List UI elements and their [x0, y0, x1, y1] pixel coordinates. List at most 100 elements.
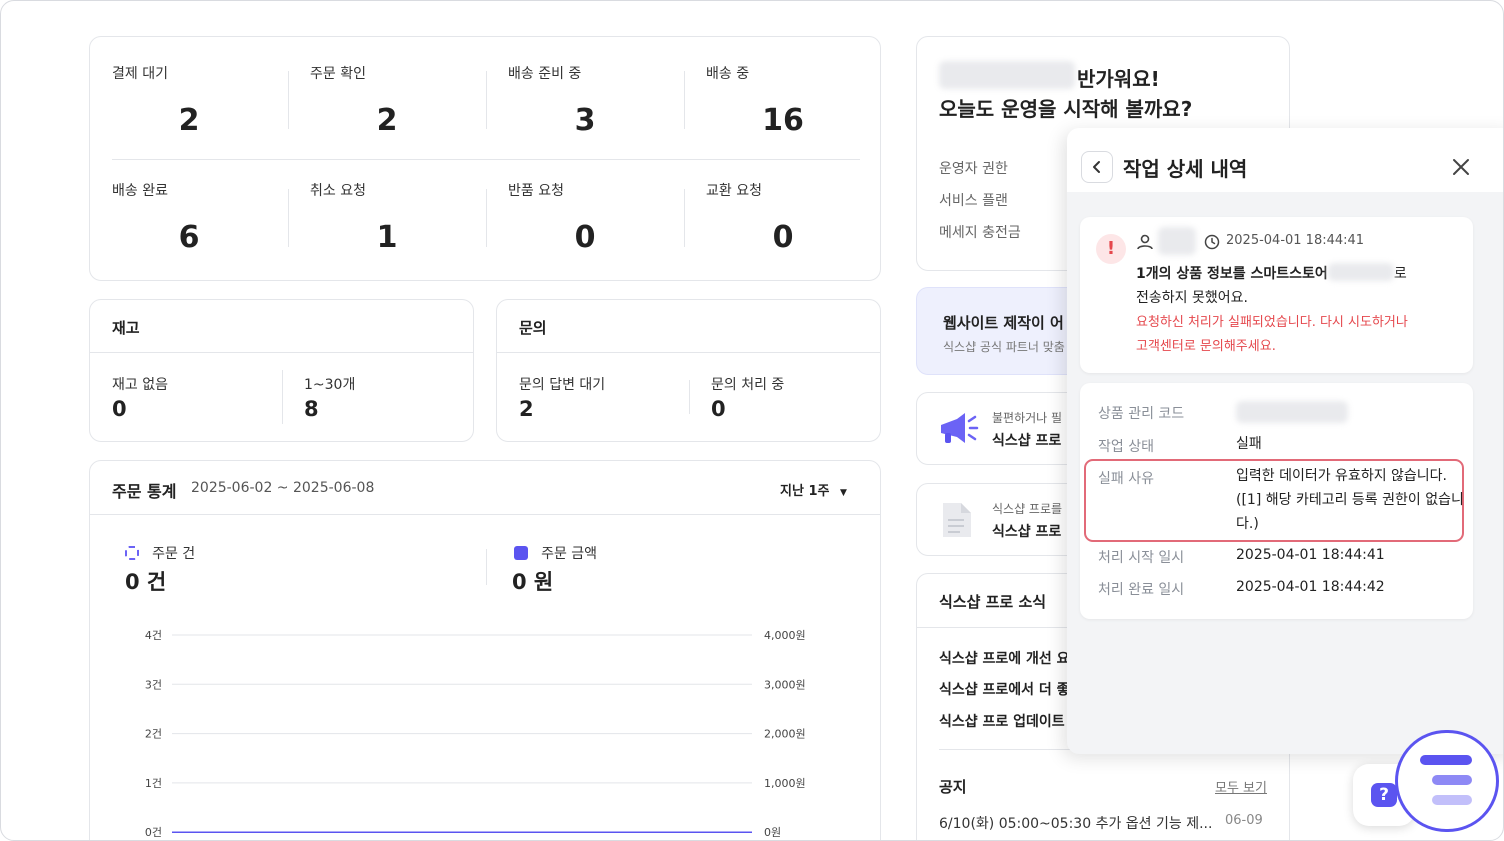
task-timestamp: 2025-04-01 18:44:41	[1226, 233, 1365, 248]
task-details-card: 상품 관리 코드 작업 상태 실패 실패 사유 입력한 데이터가 유효하지 않습…	[1080, 383, 1473, 619]
status-label: 주문 확인	[310, 66, 366, 82]
inquiry-count: 2	[519, 397, 534, 421]
failure-reason-value: 입력한 데이터가 유효하지 않습니다. ([1] 해당 카테고리 등록 권한이 …	[1236, 464, 1464, 536]
dashboard-screen: 결제 대기 2 주문 확인 2 배송 준비 중 3 배송 중 16 배송 완료 …	[0, 0, 1504, 841]
filled-square-icon	[514, 546, 528, 560]
news-item[interactable]: 식스샵 프로에서 더 좋	[939, 679, 1070, 699]
document-icon	[943, 503, 971, 537]
status-label: 배송 중	[706, 66, 750, 82]
failure-reason-label: 실패 사유	[1098, 471, 1154, 487]
welcome-line2: 오늘도 운영을 시작해 볼까요?	[939, 97, 1193, 121]
period-select-value: 지난 1주	[780, 484, 830, 499]
status-count: 2	[376, 103, 398, 138]
legend-label: 주문 건	[152, 546, 196, 562]
status-preparing[interactable]: 배송 준비 중 3	[486, 63, 684, 153]
order-stats-title: 주문 통계	[112, 482, 177, 501]
status-count: 0	[574, 220, 596, 255]
status-label: 반품 요청	[508, 183, 564, 199]
legend-label: 주문 금액	[541, 546, 598, 562]
status-order-confirmed[interactable]: 주문 확인 2	[288, 63, 486, 153]
feedback-subtitle: 불편하거나 필	[992, 411, 1063, 425]
legend-order-amount: 주문 금액	[514, 543, 597, 563]
task-message-tail: 로	[1393, 266, 1407, 282]
inventory-card: 재고 재고 없음 0 1~30개 8	[89, 299, 474, 442]
close-icon	[1453, 159, 1469, 175]
order-chart-svg: 4건 4,000원 3건 3,000원 2건 2,000원 1건 1,000원 0건 0원	[145, 629, 806, 839]
status-label: 결제 대기	[112, 66, 168, 82]
clock-icon	[1204, 234, 1220, 250]
status-payment-pending[interactable]: 결제 대기 2	[90, 63, 288, 153]
store-name-blurred	[939, 61, 1075, 89]
guide-title: 식스샵 프로	[992, 524, 1062, 540]
status-label: 배송 준비 중	[508, 66, 582, 82]
notice-view-all-link[interactable]: 모두 보기	[1215, 777, 1267, 796]
y-tick-right: 0원	[764, 826, 781, 839]
notice-item-date: 06-09	[1225, 813, 1263, 828]
inquiry-label: 문의 답변 대기	[519, 377, 606, 393]
y-tick-right: 1,000원	[764, 777, 806, 790]
legend-order-count: 주문 건	[125, 543, 195, 563]
close-button[interactable]	[1449, 155, 1473, 179]
inventory-label: 재고 없음	[112, 377, 168, 393]
y-tick-right: 3,000원	[764, 678, 806, 691]
order-count-total: 0 건	[125, 570, 167, 594]
news-title: 식스샵 프로 소식	[939, 593, 1047, 611]
error-line2: 고객센터로 문의해주세요.	[1136, 339, 1276, 354]
feedback-title: 식스샵 프로	[992, 433, 1062, 449]
inventory-count: 8	[304, 397, 319, 421]
status-count: 1	[376, 220, 398, 255]
status-shipping[interactable]: 배송 중 16	[684, 63, 882, 153]
task-message: 1개의 상품 정보를 스마트스토어 로 전송하지 못했어요.	[1136, 262, 1456, 310]
task-status-label: 작업 상태	[1098, 439, 1154, 455]
status-count: 3	[574, 103, 596, 138]
status-return-request[interactable]: 반품 요청 0	[486, 180, 684, 270]
welcome-line1: 반가워요!	[1077, 67, 1160, 91]
status-label: 취소 요청	[310, 183, 366, 199]
order-amount-total: 0 원	[512, 570, 554, 594]
panel-header: 작업 상세 내역	[1067, 128, 1503, 192]
operator-permission-label: 운영자 권한	[939, 161, 1008, 177]
news-item[interactable]: 식스샵 프로에 개선 요	[939, 648, 1070, 668]
notice-title: 공지	[939, 778, 967, 796]
status-label: 배송 완료	[112, 183, 168, 199]
y-tick-left: 4건	[145, 629, 162, 642]
status-count: 2	[178, 103, 200, 138]
back-button[interactable]	[1081, 151, 1113, 183]
inventory-count: 0	[112, 397, 127, 421]
y-tick-left: 2건	[145, 728, 162, 741]
inquiry-count: 0	[711, 397, 726, 421]
status-count: 6	[178, 220, 200, 255]
y-tick-left: 0건	[145, 826, 162, 839]
y-tick-right: 4,000원	[764, 629, 806, 642]
user-icon	[1137, 234, 1153, 250]
status-delivered[interactable]: 배송 완료 6	[90, 180, 288, 270]
floating-menu-button[interactable]	[1395, 730, 1499, 832]
error-message: 요청하신 처리가 실패되었습니다. 다시 시도하거나 고객센터로 문의해주세요.	[1136, 311, 1466, 359]
store-name-blurred	[1327, 263, 1394, 281]
task-detail-panel: 작업 상세 내역 ! 2025-04-01 18:44:41 1개의 상품 정보…	[1067, 128, 1503, 754]
notice-item-text: 6/10(화) 05:00~05:30 추가 옵션 기능 제...	[939, 816, 1213, 832]
status-cancel-request[interactable]: 취소 요청 1	[288, 180, 486, 270]
caret-down-icon: ▼	[839, 488, 847, 498]
order-status-card: 결제 대기 2 주문 확인 2 배송 준비 중 3 배송 중 16 배송 완료 …	[89, 36, 881, 281]
status-count: 16	[762, 103, 804, 138]
task-message-main: 1개의 상품 정보를 스마트스토어	[1136, 266, 1328, 282]
y-tick-left: 1건	[145, 777, 162, 790]
service-plan-label: 서비스 플랜	[939, 193, 1008, 209]
product-code-blurred	[1236, 401, 1348, 423]
promo-subtitle: 식스샵 공식 파트너 맞춤	[943, 340, 1065, 354]
order-chart: 4건 4,000원 3건 3,000원 2건 2,000원 1건 1,000원 0건 0원	[90, 621, 880, 840]
error-alert-icon: !	[1096, 234, 1126, 264]
period-select[interactable]: 지난 1주 ▼	[780, 480, 847, 499]
inventory-title: 재고	[112, 319, 140, 337]
task-summary-card: ! 2025-04-01 18:44:41 1개의 상품 정보를 스마트스토어 로…	[1080, 217, 1473, 373]
status-exchange-request[interactable]: 교환 요청 0	[684, 180, 882, 270]
divider	[112, 159, 860, 160]
news-item[interactable]: 식스샵 프로 업데이트	[939, 711, 1065, 731]
inventory-label: 1~30개	[304, 377, 356, 393]
help-icon: ?	[1371, 783, 1397, 807]
notice-item[interactable]: 6/10(화) 05:00~05:30 추가 옵션 기능 제... 06-09	[939, 813, 1279, 833]
inquiry-card: 문의 문의 답변 대기 2 문의 처리 중 0	[496, 299, 881, 442]
y-tick-left: 3건	[145, 678, 162, 691]
start-time-value: 2025-04-01 18:44:41	[1236, 547, 1385, 563]
